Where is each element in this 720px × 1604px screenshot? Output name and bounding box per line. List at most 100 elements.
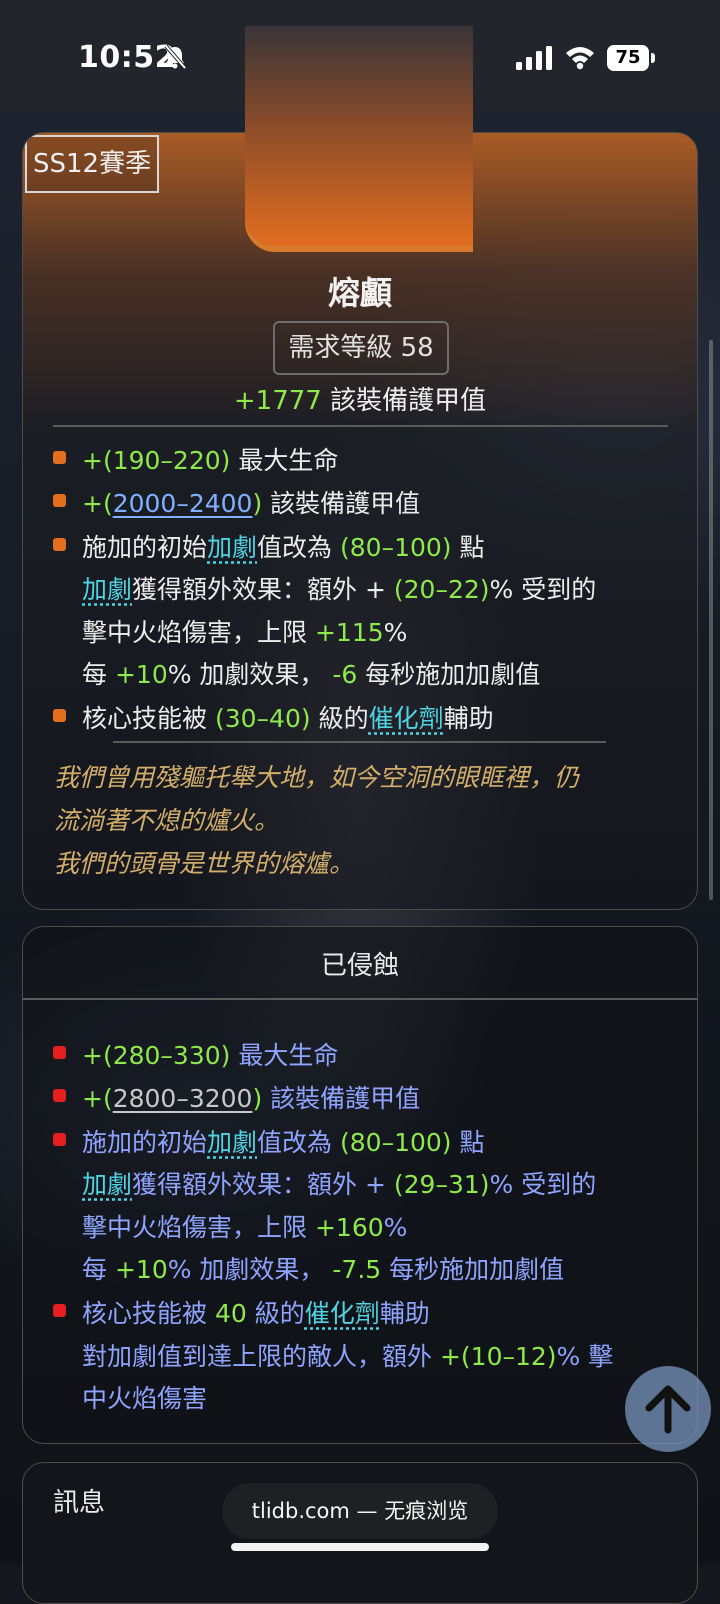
- mod-value: +(190–220): [82, 446, 231, 475]
- mod-text: 對加劇值到達上限的敵人，額外: [82, 1342, 433, 1371]
- mod-text: 施加的初始: [82, 1128, 208, 1157]
- base-armor-value: +1777: [233, 386, 322, 416]
- mod-value-prefix: +(: [82, 1084, 113, 1113]
- mod-bullet-icon: [53, 709, 66, 722]
- corroded-title: 已侵蝕: [320, 951, 399, 981]
- mod-value: +10: [114, 660, 168, 689]
- mod-bullet-icon: [53, 494, 66, 507]
- mod-max-life: +(190–220) 最大生命: [82, 441, 338, 477]
- mod-text: % 受到的: [489, 575, 597, 604]
- mod-range-link[interactable]: 2800–3200: [113, 1084, 253, 1113]
- mod-bullet-icon: [53, 1133, 66, 1146]
- keyword-link[interactable]: 加劇: [82, 1170, 132, 1199]
- keyword-link[interactable]: 催化劑: [305, 1299, 380, 1328]
- mod-text: 級的: [318, 704, 369, 733]
- corroded-mod-aggravate-line2: 加劇獲得額外效果：額外 + (29–31)% 受到的: [82, 1165, 596, 1201]
- mod-text: 級的: [254, 1299, 305, 1328]
- mod-text: % 擊: [556, 1342, 614, 1371]
- mod-text: 核心技能被: [82, 1299, 208, 1328]
- mod-aggravate-line4: 每 +10% 加劇效果， -6 每秒施加加劇值: [82, 655, 540, 691]
- mod-armor: +(2000–2400) 該裝備護甲值: [82, 484, 420, 520]
- mod-value-suffix: ): [252, 1084, 263, 1113]
- mod-text: 每: [82, 1255, 108, 1284]
- mod-range-link[interactable]: 2000–2400: [113, 489, 253, 518]
- scrollbar[interactable]: [709, 340, 713, 900]
- mod-value-prefix: +(: [82, 489, 113, 518]
- base-armor-line: +1777 該裝備護甲值: [0, 380, 720, 417]
- keyword-link[interactable]: 加劇: [207, 1128, 257, 1157]
- mod-text: 最大生命: [238, 446, 339, 475]
- mod-aggravate-line2: 加劇獲得額外效果：額外 + (20–22)% 受到的: [82, 570, 596, 606]
- battery-level: 75: [607, 45, 649, 71]
- base-armor-label: 該裝備護甲值: [330, 386, 487, 416]
- mod-text: 輔助: [443, 704, 494, 733]
- mod-value: (30–40): [214, 704, 311, 733]
- corroded-mod-aggravate-line3: 擊中火焰傷害，上限 +160%: [82, 1208, 407, 1244]
- mod-catalyst: 核心技能被 (30–40) 級的催化劑輔助: [82, 699, 494, 735]
- mod-aggravate-line3: 擊中火焰傷害，上限 +115%: [82, 613, 407, 649]
- mod-bullet-icon: [53, 538, 66, 551]
- battery-icon: 75: [607, 45, 655, 71]
- flavor-text-line: 我們的頭骨是世界的熔爐。: [54, 849, 355, 878]
- corroded-mod-armor: +(2800–3200) 該裝備護甲值: [82, 1079, 420, 1115]
- mod-text: 值改為: [257, 533, 333, 562]
- divider: [53, 425, 668, 427]
- mod-value: (29–31): [393, 1170, 490, 1199]
- mod-value: +10: [114, 1255, 168, 1284]
- keyword-link[interactable]: 加劇: [207, 533, 257, 562]
- flavor-text-line: 我們曾用殘軀托舉大地，如今空洞的眼眶裡，仍: [54, 763, 580, 792]
- divider: [22, 998, 698, 1000]
- cellular-signal-icon: [516, 46, 552, 70]
- mod-text: 獲得額外效果：額外 +: [132, 575, 386, 604]
- mod-text: 擊中火焰傷害，上限: [82, 1213, 308, 1242]
- wifi-icon: [566, 47, 594, 70]
- mod-text: 核心技能被: [82, 704, 208, 733]
- bell-slash-icon: [164, 44, 187, 70]
- mod-value: -6: [332, 660, 358, 689]
- mod-text: 該裝備護甲值: [270, 1084, 421, 1113]
- item-icon: [245, 26, 473, 246]
- mod-text: 每秒施加加劇值: [389, 1255, 565, 1284]
- info-title: 訊息: [53, 1488, 106, 1518]
- corroded-mod-catalyst-line2: 對加劇值到達上限的敵人，額外 +(10–12)% 擊: [82, 1337, 613, 1373]
- mod-aggravate: 施加的初始加劇值改為 (80–100) 點: [82, 528, 485, 564]
- mod-text: 每: [82, 660, 108, 689]
- mod-text: 點: [459, 1128, 485, 1157]
- status-time: 10:52: [78, 40, 176, 75]
- arrow-up-icon: [645, 1385, 691, 1434]
- season-tag: SS12賽季: [25, 135, 160, 193]
- mod-text: 施加的初始: [82, 533, 208, 562]
- mod-text: 值改為: [257, 1128, 333, 1157]
- divider: [113, 741, 606, 743]
- corroded-mod-catalyst: 核心技能被 40 級的催化劑輔助: [82, 1294, 430, 1330]
- item-name: 熔顱: [327, 274, 392, 312]
- mod-bullet-icon: [53, 451, 66, 464]
- keyword-link[interactable]: 催化劑: [369, 704, 444, 733]
- mod-text: 最大生命: [238, 1041, 339, 1070]
- flavor-text-line: 流淌著不熄的爐火。: [54, 806, 280, 835]
- mod-value: +(280–330): [82, 1041, 231, 1070]
- mod-value: 40: [214, 1299, 247, 1328]
- level-requirement: 需求等級 58: [273, 321, 449, 375]
- home-indicator[interactable]: [231, 1543, 489, 1551]
- mod-text: %: [383, 618, 408, 647]
- browser-url-pill[interactable]: tlidb.com — 无痕浏览: [222, 1483, 498, 1539]
- mod-text: %: [383, 1213, 408, 1242]
- corroded-mod-catalyst-line3: 中火焰傷害: [82, 1384, 208, 1413]
- mod-value-suffix: ): [252, 489, 263, 518]
- keyword-link[interactable]: 加劇: [82, 575, 132, 604]
- mod-value: (80–100): [340, 1128, 452, 1157]
- mod-text: 該裝備護甲值: [270, 489, 421, 518]
- mod-value: +160: [314, 1213, 384, 1242]
- corroded-mod-max-life: +(280–330) 最大生命: [82, 1036, 338, 1072]
- mod-text: % 加劇效果，: [167, 1255, 325, 1284]
- mod-value: (20–22): [393, 575, 490, 604]
- mod-text: % 加劇效果，: [167, 660, 325, 689]
- mod-text: 獲得額外效果：額外 +: [132, 1170, 386, 1199]
- mod-text: 擊中火焰傷害，上限: [82, 618, 308, 647]
- mod-text: 每秒施加加劇值: [365, 660, 541, 689]
- mod-value: -7.5: [332, 1255, 382, 1284]
- mod-bullet-icon: [53, 1046, 66, 1059]
- mod-text: 點: [459, 533, 485, 562]
- scroll-to-top-button[interactable]: [625, 1366, 711, 1452]
